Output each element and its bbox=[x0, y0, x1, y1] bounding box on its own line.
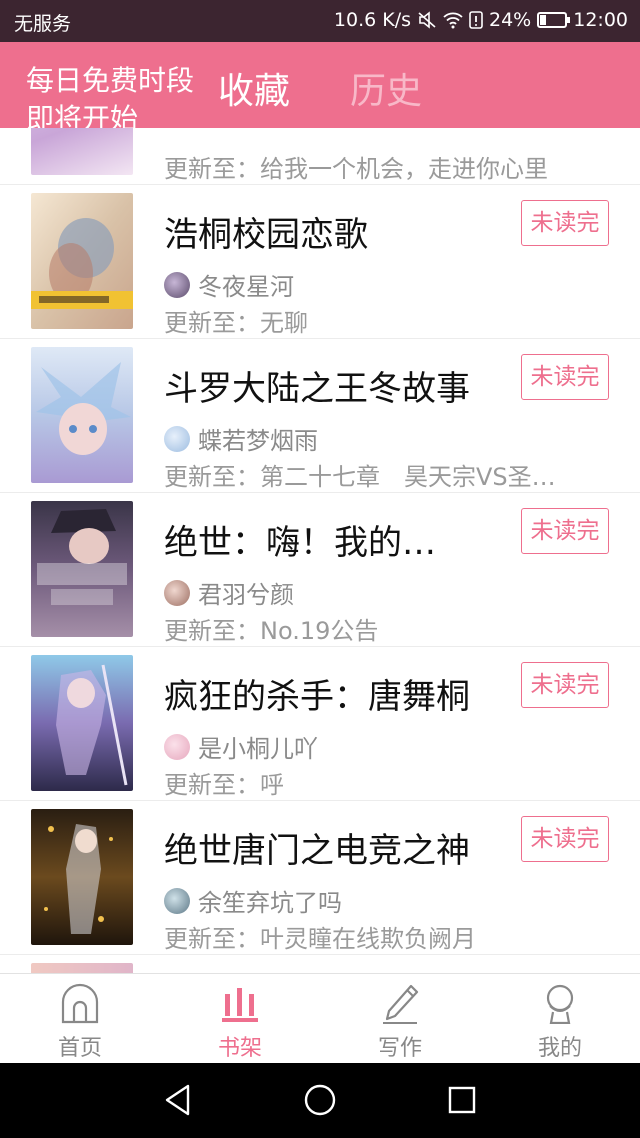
tab-write[interactable]: 写作 bbox=[320, 974, 480, 1064]
author-name: 君羽兮颜 bbox=[198, 581, 294, 609]
author-name: 余笙弃坑了吗 bbox=[198, 889, 342, 917]
list-item-partial[interactable]: 更新至：给我一个机会，走进你心里 bbox=[0, 128, 640, 185]
tab-history[interactable]: 历史 bbox=[350, 62, 422, 114]
author-avatar bbox=[164, 733, 190, 760]
sim-alert-icon bbox=[469, 11, 483, 29]
tab-label: 书架 bbox=[217, 1036, 262, 1061]
book-title: 斗罗大陆之王冬故事 bbox=[164, 369, 470, 409]
app-header: 每日免费时段 即将开始 收藏 历史 bbox=[0, 42, 640, 135]
book-cover bbox=[31, 809, 133, 945]
book-update: 更新至：无聊 bbox=[164, 309, 308, 337]
book-cover bbox=[31, 347, 133, 483]
author-avatar bbox=[164, 579, 190, 606]
author-name: 是小桐儿吖 bbox=[198, 735, 318, 763]
book-author: 蝶若梦烟雨 bbox=[164, 421, 318, 456]
wifi-icon bbox=[443, 12, 463, 29]
book-update: 更新至：叶灵瞳在线欺负阙月 bbox=[164, 925, 476, 953]
profile-icon bbox=[546, 984, 574, 1024]
list-item[interactable]: 疯狂的杀手：唐舞桐 是小桐儿吖 更新至：呼 未读完 bbox=[0, 647, 640, 801]
carrier-text: 无服务 bbox=[14, 13, 72, 35]
tab-label: 写作 bbox=[377, 1036, 422, 1061]
tab-home[interactable]: 首页 bbox=[0, 974, 160, 1064]
author-avatar bbox=[164, 887, 190, 914]
list-item[interactable]: 绝世：嗨！我的… 君羽兮颜 更新至：No.19公告 未读完 bbox=[0, 493, 640, 647]
book-update: 更新至：第二十七章 昊天宗VS圣… bbox=[164, 463, 556, 491]
mute-icon bbox=[418, 11, 436, 29]
book-author: 君羽兮颜 bbox=[164, 575, 294, 610]
book-title: 浩桐校园恋歌 bbox=[164, 215, 368, 255]
book-cover bbox=[31, 193, 133, 329]
unread-badge[interactable]: 未读完 bbox=[521, 200, 609, 246]
list-item[interactable]: 斗罗大陆之王冬故事 蝶若梦烟雨 更新至：第二十七章 昊天宗VS圣… 未读完 bbox=[0, 339, 640, 493]
book-cover bbox=[31, 655, 133, 791]
book-cover bbox=[31, 501, 133, 637]
book-title: 疯狂的杀手：唐舞桐 bbox=[164, 677, 470, 717]
status-indicators: 10.6 K/s 24% 12:00 bbox=[334, 9, 628, 31]
book-title: 绝世唐门之电竞之神 bbox=[164, 831, 470, 871]
home-icon bbox=[61, 983, 99, 1024]
book-author: 冬夜星河 bbox=[164, 267, 294, 302]
battery-icon bbox=[537, 12, 571, 28]
clock: 12:00 bbox=[573, 9, 628, 31]
unread-badge[interactable]: 未读完 bbox=[521, 816, 609, 862]
recents-icon[interactable] bbox=[447, 1083, 477, 1117]
tab-label: 我的 bbox=[537, 1036, 582, 1061]
book-author: 余笙弃坑了吗 bbox=[164, 883, 342, 918]
tab-favorites[interactable]: 收藏 bbox=[218, 62, 290, 114]
book-cover bbox=[31, 128, 133, 175]
bookshelf-list: 更新至：给我一个机会，走进你心里 浩桐校园恋歌 冬夜星河 更新至：无聊 未读完 bbox=[0, 128, 640, 976]
book-update: 更新至：给我一个机会，走进你心里 bbox=[164, 155, 548, 183]
status-bar: 无服务 10.6 K/s 24% 12:00 bbox=[0, 0, 640, 42]
author-avatar bbox=[164, 425, 190, 452]
battery-percent: 24% bbox=[489, 9, 532, 31]
author-name: 冬夜星河 bbox=[198, 273, 294, 301]
list-item[interactable]: 浩桐校园恋歌 冬夜星河 更新至：无聊 未读完 bbox=[0, 185, 640, 339]
system-nav-bar bbox=[0, 1063, 640, 1138]
unread-badge[interactable]: 未读完 bbox=[521, 354, 609, 400]
network-speed: 10.6 K/s bbox=[333, 9, 411, 31]
book-author: 是小桐儿吖 bbox=[164, 729, 318, 764]
bottom-tab-bar: 首页 书架 写作 我的 bbox=[0, 973, 640, 1064]
book-title: 绝世：嗨！我的… bbox=[164, 523, 436, 563]
tab-label: 首页 bbox=[57, 1036, 102, 1061]
author-avatar bbox=[164, 271, 190, 298]
unread-badge[interactable]: 未读完 bbox=[521, 508, 609, 554]
back-icon[interactable] bbox=[162, 1083, 194, 1117]
pen-icon bbox=[383, 984, 419, 1024]
battery-fill bbox=[540, 15, 547, 25]
home-circle-icon[interactable] bbox=[303, 1083, 337, 1117]
bookshelf-icon bbox=[222, 988, 258, 1022]
unread-badge[interactable]: 未读完 bbox=[521, 662, 609, 708]
book-update: 更新至：呼 bbox=[164, 771, 284, 799]
book-update: 更新至：No.19公告 bbox=[164, 617, 379, 645]
tab-me[interactable]: 我的 bbox=[480, 974, 640, 1064]
list-item[interactable]: 绝世唐门之电竞之神 余笙弃坑了吗 更新至：叶灵瞳在线欺负阙月 未读完 bbox=[0, 801, 640, 955]
free-period-banner[interactable]: 每日免费时段 即将开始 bbox=[26, 62, 226, 138]
author-name: 蝶若梦烟雨 bbox=[198, 427, 318, 455]
tab-bookshelf[interactable]: 书架 bbox=[160, 974, 320, 1064]
